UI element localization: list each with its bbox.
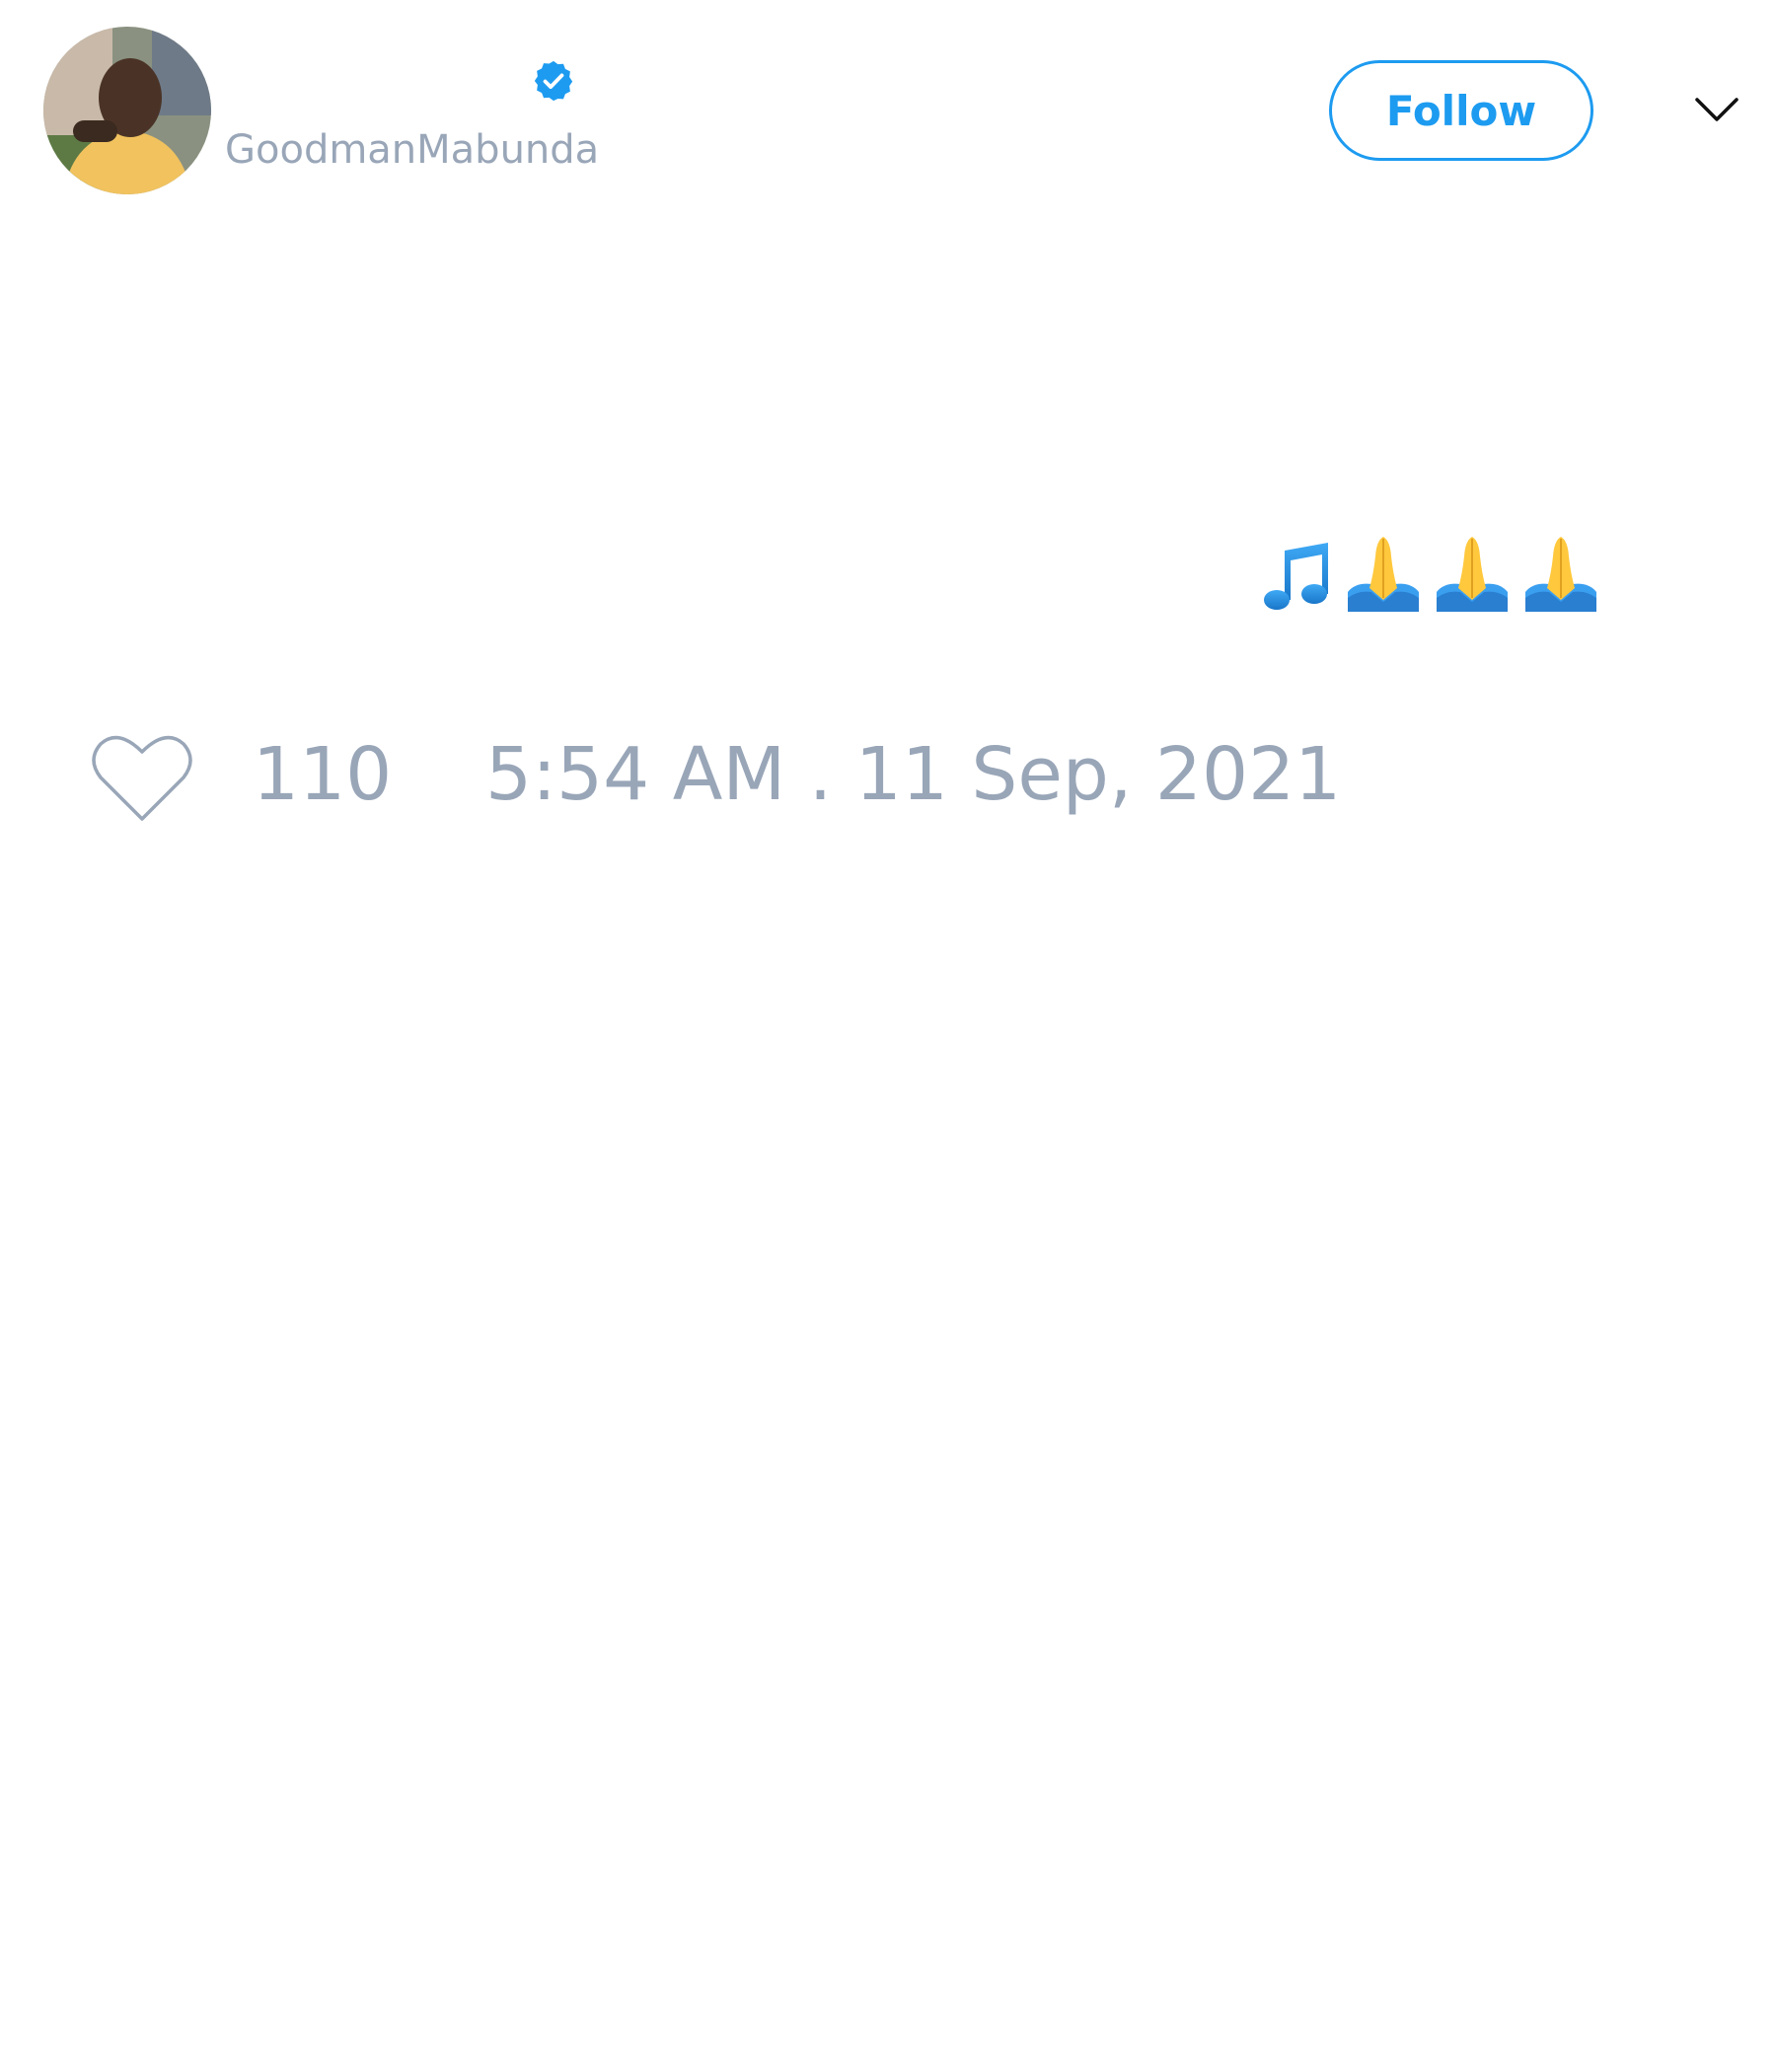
folded-hands-icon	[1348, 537, 1419, 612]
author-handle[interactable]: GoodmanMabunda	[225, 124, 599, 176]
folded-hands-icon	[1525, 537, 1596, 612]
tweet-text	[1263, 533, 1600, 612]
folded-hands-icon	[1437, 537, 1508, 612]
follow-button[interactable]: Follow	[1329, 60, 1593, 161]
like-count: 110	[253, 732, 393, 817]
chevron-down-icon[interactable]	[1694, 95, 1739, 124]
musical-note-icon	[1264, 543, 1328, 610]
verified-badge-icon	[534, 60, 573, 102]
tweet-timestamp[interactable]: 5:54 AM . 11 Sep, 2021	[485, 730, 1341, 819]
avatar[interactable]	[43, 27, 211, 194]
heart-icon[interactable]	[91, 730, 193, 825]
